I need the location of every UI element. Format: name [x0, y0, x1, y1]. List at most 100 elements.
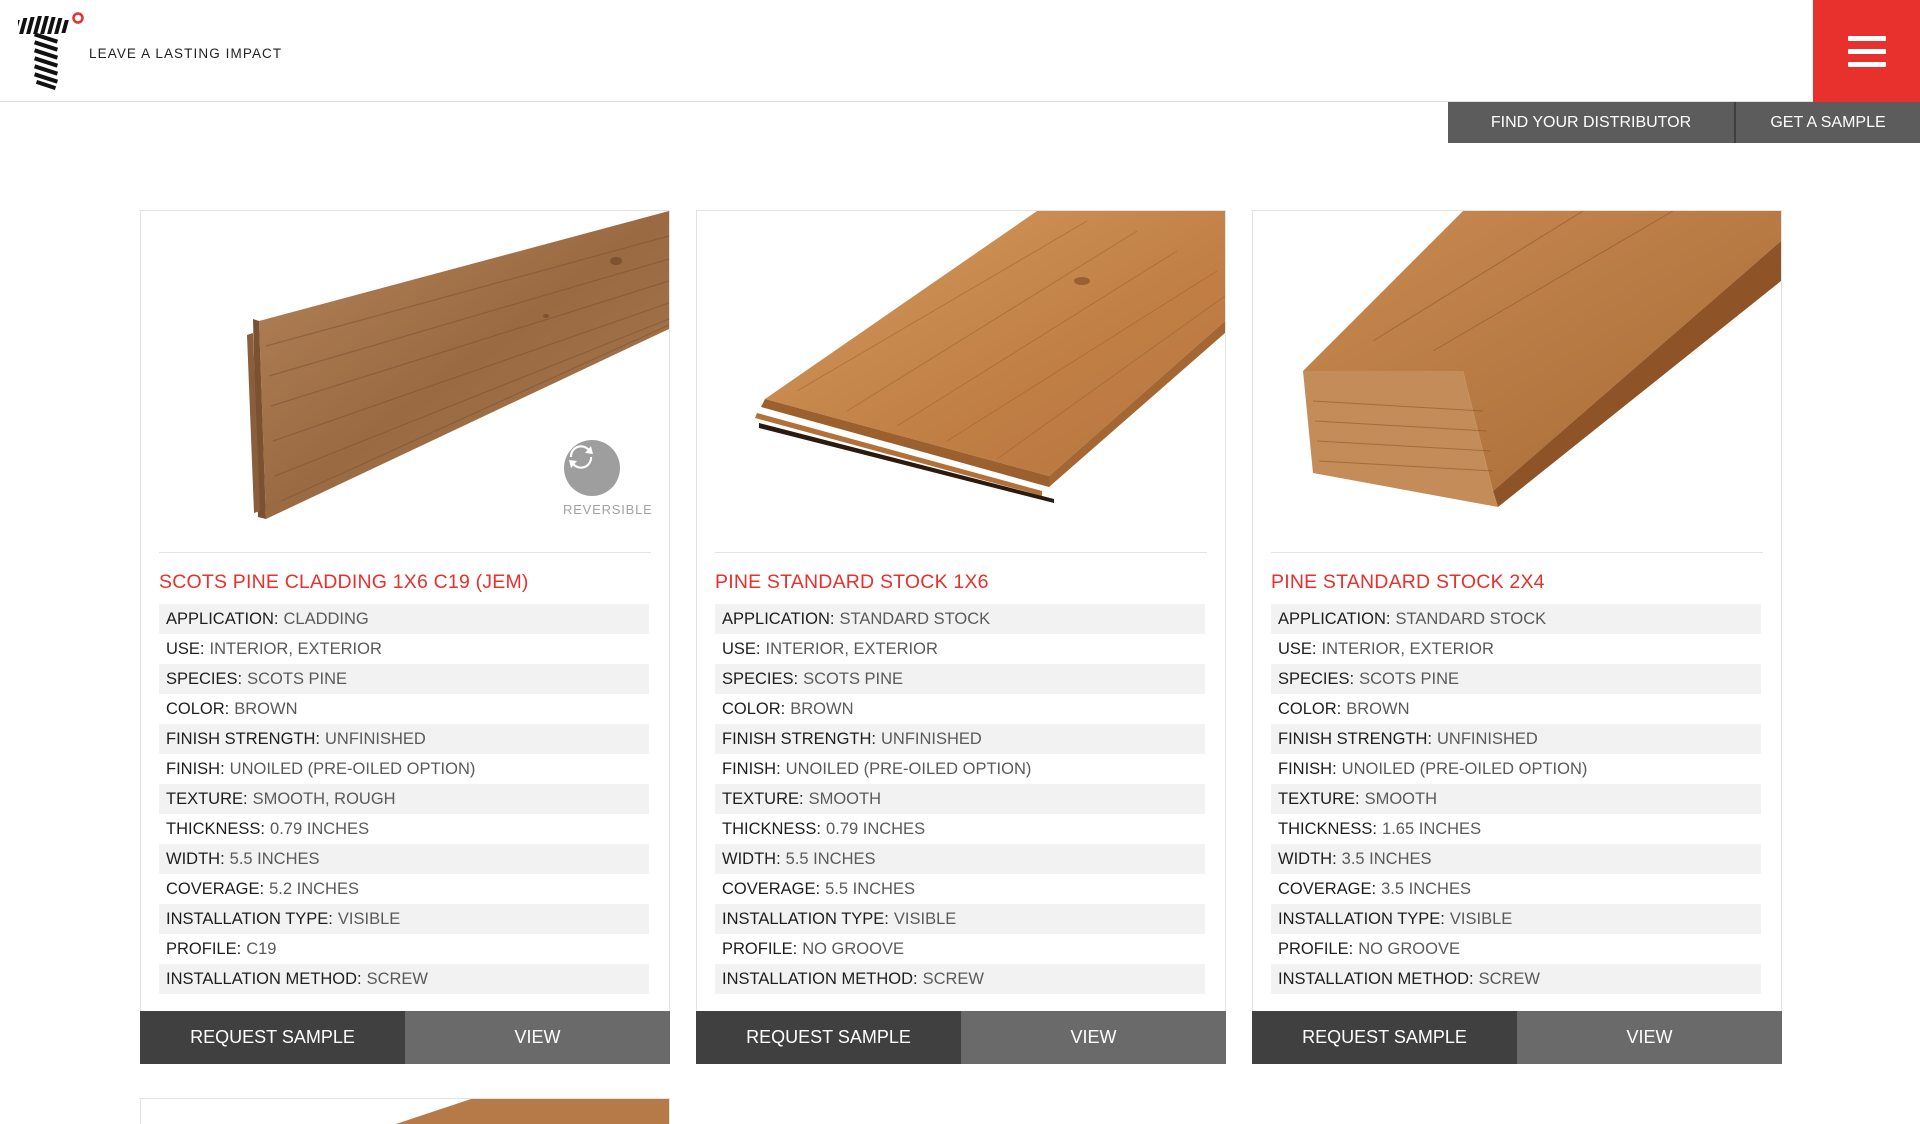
secondary-nav: FIND YOUR DISTRIBUTOR GET A SAMPLE — [1448, 102, 1920, 143]
spec-label: WIDTH: — [166, 849, 225, 868]
spec-value: VISIBLE — [893, 909, 957, 928]
hamburger-menu-button[interactable] — [1813, 0, 1920, 102]
spec-value: UNFINISHED — [325, 729, 426, 748]
spec-value: 0.79 INCHES — [270, 819, 370, 838]
spec-row: COLOR: BROWN — [159, 694, 649, 724]
spec-value: SMOOTH — [808, 789, 882, 808]
reversible-icon — [564, 440, 620, 496]
spec-value: SMOOTH, ROUGH — [252, 789, 396, 808]
spec-value: C19 — [246, 939, 277, 958]
product-card-partial[interactable] — [140, 1098, 670, 1124]
spec-row: PROFILE: C19 — [159, 934, 649, 964]
product-image[interactable] — [697, 211, 1225, 551]
spec-row: FINISH: UNOILED (PRE-OILED OPTION) — [159, 754, 649, 784]
spec-row: INSTALLATION TYPE: VISIBLE — [159, 904, 649, 934]
spec-row: USE: INTERIOR, EXTERIOR — [1271, 634, 1761, 664]
spec-row: INSTALLATION TYPE: VISIBLE — [1271, 904, 1761, 934]
hamburger-icon — [1847, 35, 1886, 41]
card-actions: REQUEST SAMPLE VIEW — [140, 1011, 670, 1064]
spec-label: WIDTH: — [722, 849, 781, 868]
product-card: PINE STANDARD STOCK 1X6 APPLICATION: STAN… — [696, 210, 1226, 1064]
spec-value: UNOILED (PRE-OILED OPTION) — [785, 759, 1032, 778]
spec-label: TEXTURE: — [1278, 789, 1360, 808]
request-sample-button[interactable]: REQUEST SAMPLE — [1252, 1011, 1517, 1064]
spec-list: APPLICATION: STANDARD STOCK USE: INTERIOR, … — [1271, 604, 1761, 994]
view-button[interactable]: VIEW — [961, 1011, 1226, 1064]
spec-label: USE: — [166, 639, 205, 658]
spec-value: 1.65 INCHES — [1382, 819, 1482, 838]
view-button[interactable]: VIEW — [1517, 1011, 1782, 1064]
spec-label: INSTALLATION METHOD: — [1278, 969, 1474, 988]
spec-value: STANDARD STOCK — [1395, 609, 1547, 628]
product-image[interactable]: REVERSIBLE — [141, 211, 669, 551]
hamburger-icon-bar — [1847, 61, 1886, 67]
spec-value: NO GROOVE — [802, 939, 904, 958]
get-sample-button[interactable]: GET A SAMPLE — [1734, 102, 1920, 143]
spec-label: INSTALLATION TYPE: — [166, 909, 333, 928]
spec-value: BROWN — [234, 699, 298, 718]
spec-row: COLOR: BROWN — [1271, 694, 1761, 724]
spec-label: COVERAGE: — [166, 879, 265, 898]
spec-row: PROFILE: NO GROOVE — [1271, 934, 1761, 964]
spec-row: PROFILE: NO GROOVE — [715, 934, 1205, 964]
spec-label: COLOR: — [166, 699, 230, 718]
spec-list: APPLICATION: STANDARD STOCK USE: INTERIOR, … — [715, 604, 1205, 994]
spec-label: FINISH STRENGTH: — [1278, 729, 1433, 748]
card-actions: REQUEST SAMPLE VIEW — [1252, 1011, 1782, 1064]
spec-value: NO GROOVE — [1358, 939, 1460, 958]
request-sample-button[interactable]: REQUEST SAMPLE — [140, 1011, 405, 1064]
spec-value: SCOTS PINE — [803, 669, 904, 688]
spec-label: USE: — [722, 639, 761, 658]
spec-value: BROWN — [790, 699, 854, 718]
request-sample-button[interactable]: REQUEST SAMPLE — [696, 1011, 961, 1064]
spec-row: TEXTURE: SMOOTH — [1271, 784, 1761, 814]
spec-row: COVERAGE: 3.5 INCHES — [1271, 874, 1761, 904]
view-button[interactable]: VIEW — [405, 1011, 670, 1064]
spec-value: INTERIOR, EXTERIOR — [1321, 639, 1494, 658]
spec-value: 5.5 INCHES — [229, 849, 320, 868]
spec-row: APPLICATION: CLADDING — [159, 604, 649, 634]
spec-value: INTERIOR, EXTERIOR — [765, 639, 938, 658]
spec-label: SPECIES: — [1278, 669, 1355, 688]
product-title[interactable]: PINE STANDARD STOCK 2X4 — [1271, 571, 1545, 594]
spec-row: USE: INTERIOR, EXTERIOR — [715, 634, 1205, 664]
spec-row: INSTALLATION TYPE: VISIBLE — [715, 904, 1205, 934]
spec-value: VISIBLE — [337, 909, 401, 928]
spec-value: UNFINISHED — [881, 729, 982, 748]
spec-row: APPLICATION: STANDARD STOCK — [715, 604, 1205, 634]
spec-label: INSTALLATION TYPE: — [722, 909, 889, 928]
spec-row: FINISH STRENGTH: UNFINISHED — [715, 724, 1205, 754]
spec-label: PROFILE: — [722, 939, 798, 958]
spec-label: PROFILE: — [1278, 939, 1354, 958]
spec-label: FINISH: — [1278, 759, 1337, 778]
brand-logo[interactable] — [12, 12, 86, 90]
spec-value: CLADDING — [283, 609, 369, 628]
spec-row: COLOR: BROWN — [715, 694, 1205, 724]
find-distributor-button[interactable]: FIND YOUR DISTRIBUTOR — [1448, 102, 1734, 143]
divider — [715, 552, 1207, 553]
spec-value: 0.79 INCHES — [826, 819, 926, 838]
spec-row: SPECIES: SCOTS PINE — [1271, 664, 1761, 694]
spec-value: UNOILED (PRE-OILED OPTION) — [229, 759, 476, 778]
spec-value: SCOTS PINE — [247, 669, 348, 688]
spec-value: 5.5 INCHES — [785, 849, 876, 868]
spec-value: 5.2 INCHES — [269, 879, 359, 898]
spec-value: 5.5 INCHES — [825, 879, 915, 898]
spec-row: COVERAGE: 5.5 INCHES — [715, 874, 1205, 904]
spec-label: FINISH STRENGTH: — [166, 729, 321, 748]
divider — [159, 552, 651, 553]
spec-row: TEXTURE: SMOOTH — [715, 784, 1205, 814]
brand-tagline: LEAVE A LASTING IMPACT — [89, 46, 283, 61]
spec-value: SCOTS PINE — [1359, 669, 1460, 688]
spec-label: SPECIES: — [722, 669, 799, 688]
spec-label: COVERAGE: — [722, 879, 821, 898]
spec-value: UNFINISHED — [1437, 729, 1538, 748]
spec-label: INSTALLATION METHOD: — [722, 969, 918, 988]
spec-row: SPECIES: SCOTS PINE — [715, 664, 1205, 694]
product-title[interactable]: SCOTS PINE CLADDING 1X6 C19 (JEM) — [159, 571, 529, 594]
spec-value: BROWN — [1346, 699, 1410, 718]
product-title[interactable]: PINE STANDARD STOCK 1X6 — [715, 571, 989, 594]
spec-row: FINISH: UNOILED (PRE-OILED OPTION) — [715, 754, 1205, 784]
spec-label: FINISH: — [722, 759, 781, 778]
product-image[interactable] — [1253, 211, 1781, 551]
